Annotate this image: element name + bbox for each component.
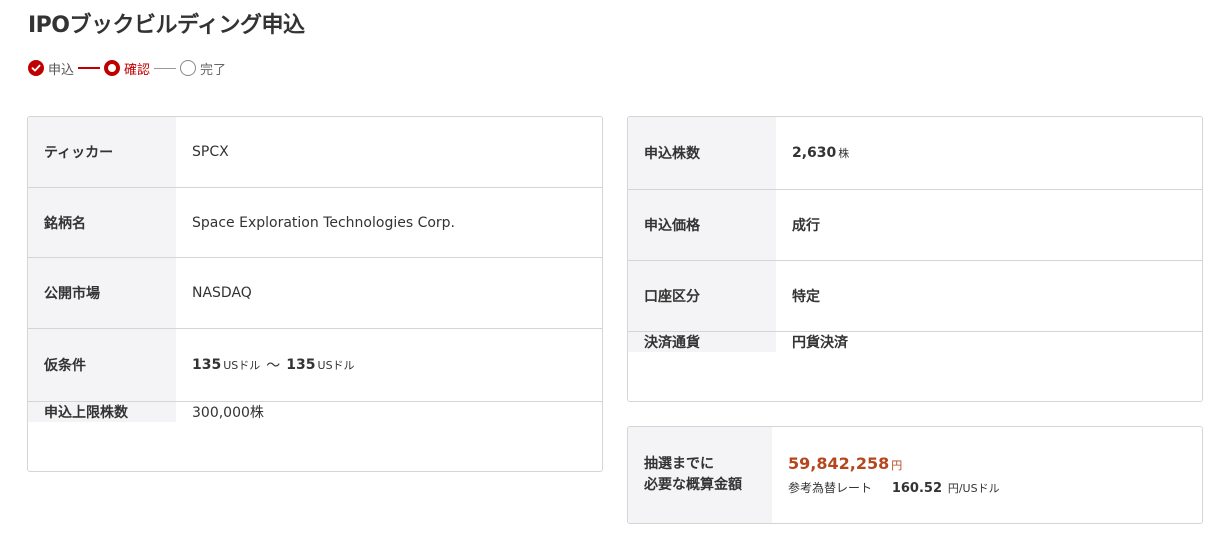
order-details-table: 申込株数 2,630 株 申込価格 成行 口座区分 特定 決済通貨 円貨決済 <box>627 116 1203 402</box>
price-range-label: 仮条件 <box>28 329 176 401</box>
price-high-unit: USドル <box>317 359 355 372</box>
exchange-rate: 参考為替レート 160.52 円/USドル <box>788 479 1202 496</box>
account-row: 口座区分 特定 <box>628 261 1202 332</box>
step-apply: 申込 <box>28 59 74 78</box>
shares-number: 2,630 <box>792 145 837 161</box>
current-step-icon <box>104 60 121 76</box>
shares-unit: 株 <box>838 147 850 160</box>
step-connector <box>154 67 177 69</box>
price-high: 135 <box>286 357 316 373</box>
stock-info-table: ティッカー SPCX 銘柄名 Space Exploration Technol… <box>27 116 603 472</box>
total-label-line2: 必要な概算金額 <box>644 477 742 493</box>
shares-row: 申込株数 2,630 株 <box>628 117 1202 190</box>
range-separator: 〜 <box>266 358 281 374</box>
price-row: 申込価格 成行 <box>628 190 1202 261</box>
account-value: 特定 <box>792 289 820 305</box>
max-shares-value: 300,000株 <box>192 405 264 421</box>
estimated-amount: 59,842,258 円 <box>788 454 1202 473</box>
price-value: 成行 <box>792 218 820 234</box>
rate-value: 160.52 <box>891 481 943 496</box>
rate-unit: 円/USドル <box>947 482 1000 495</box>
price-range-value: 135 USドル 〜 135 USドル <box>176 329 602 401</box>
step-confirm-label: 確認 <box>124 62 151 78</box>
max-shares-row: 申込上限株数 300,000株 <box>28 402 602 422</box>
price-range-row: 仮条件 135 USドル 〜 135 USドル <box>28 329 602 402</box>
settlement-row: 決済通貨 円貨決済 <box>628 332 1202 352</box>
total-row: 抽選までに 必要な概算金額 59,842,258 円 参考為替レート 160.52… <box>628 427 1202 523</box>
name-value: Space Exploration Technologies Corp. <box>192 214 456 231</box>
market-value: NASDAQ <box>192 285 252 301</box>
amount-unit: 円 <box>891 459 903 472</box>
price-low: 135 <box>192 357 222 373</box>
market-label: 公開市場 <box>28 258 176 328</box>
name-row: 銘柄名 Space Exploration Technologies Corp. <box>28 188 602 258</box>
total-value: 59,842,258 円 参考為替レート 160.52 円/USドル <box>772 427 1202 523</box>
total-label-line1: 抽選までに <box>644 456 714 472</box>
rate-label: 参考為替レート <box>788 481 873 495</box>
name-label: 銘柄名 <box>28 188 176 257</box>
settlement-label: 決済通貨 <box>628 332 776 352</box>
account-label: 口座区分 <box>628 261 776 331</box>
step-complete: 完了 <box>180 59 226 78</box>
ticker-value: SPCX <box>192 144 229 160</box>
ticker-row: ティッカー SPCX <box>28 117 602 188</box>
price-label: 申込価格 <box>628 190 776 260</box>
step-apply-label: 申込 <box>48 62 75 78</box>
step-connector <box>78 67 101 69</box>
step-confirm: 確認 <box>104 59 150 78</box>
total-label: 抽選までに 必要な概算金額 <box>628 427 772 523</box>
ticker-label: ティッカー <box>28 117 176 187</box>
amount-number: 59,842,258 <box>788 454 890 473</box>
pending-step-icon <box>180 60 197 76</box>
shares-label: 申込株数 <box>628 117 776 189</box>
check-icon <box>28 60 44 76</box>
market-row: 公開市場 NASDAQ <box>28 258 602 329</box>
shares-value: 2,630 株 <box>776 117 1202 189</box>
max-shares-label: 申込上限株数 <box>28 402 176 422</box>
estimated-total-table: 抽選までに 必要な概算金額 59,842,258 円 参考為替レート 160.52… <box>627 426 1203 524</box>
price-low-unit: USドル <box>223 359 261 372</box>
settlement-value: 円貨決済 <box>792 335 848 351</box>
progress-stepper: 申込 確認 完了 <box>28 59 226 78</box>
page-title: IPOブックビルディング申込 <box>28 13 305 38</box>
step-complete-label: 完了 <box>200 62 227 78</box>
